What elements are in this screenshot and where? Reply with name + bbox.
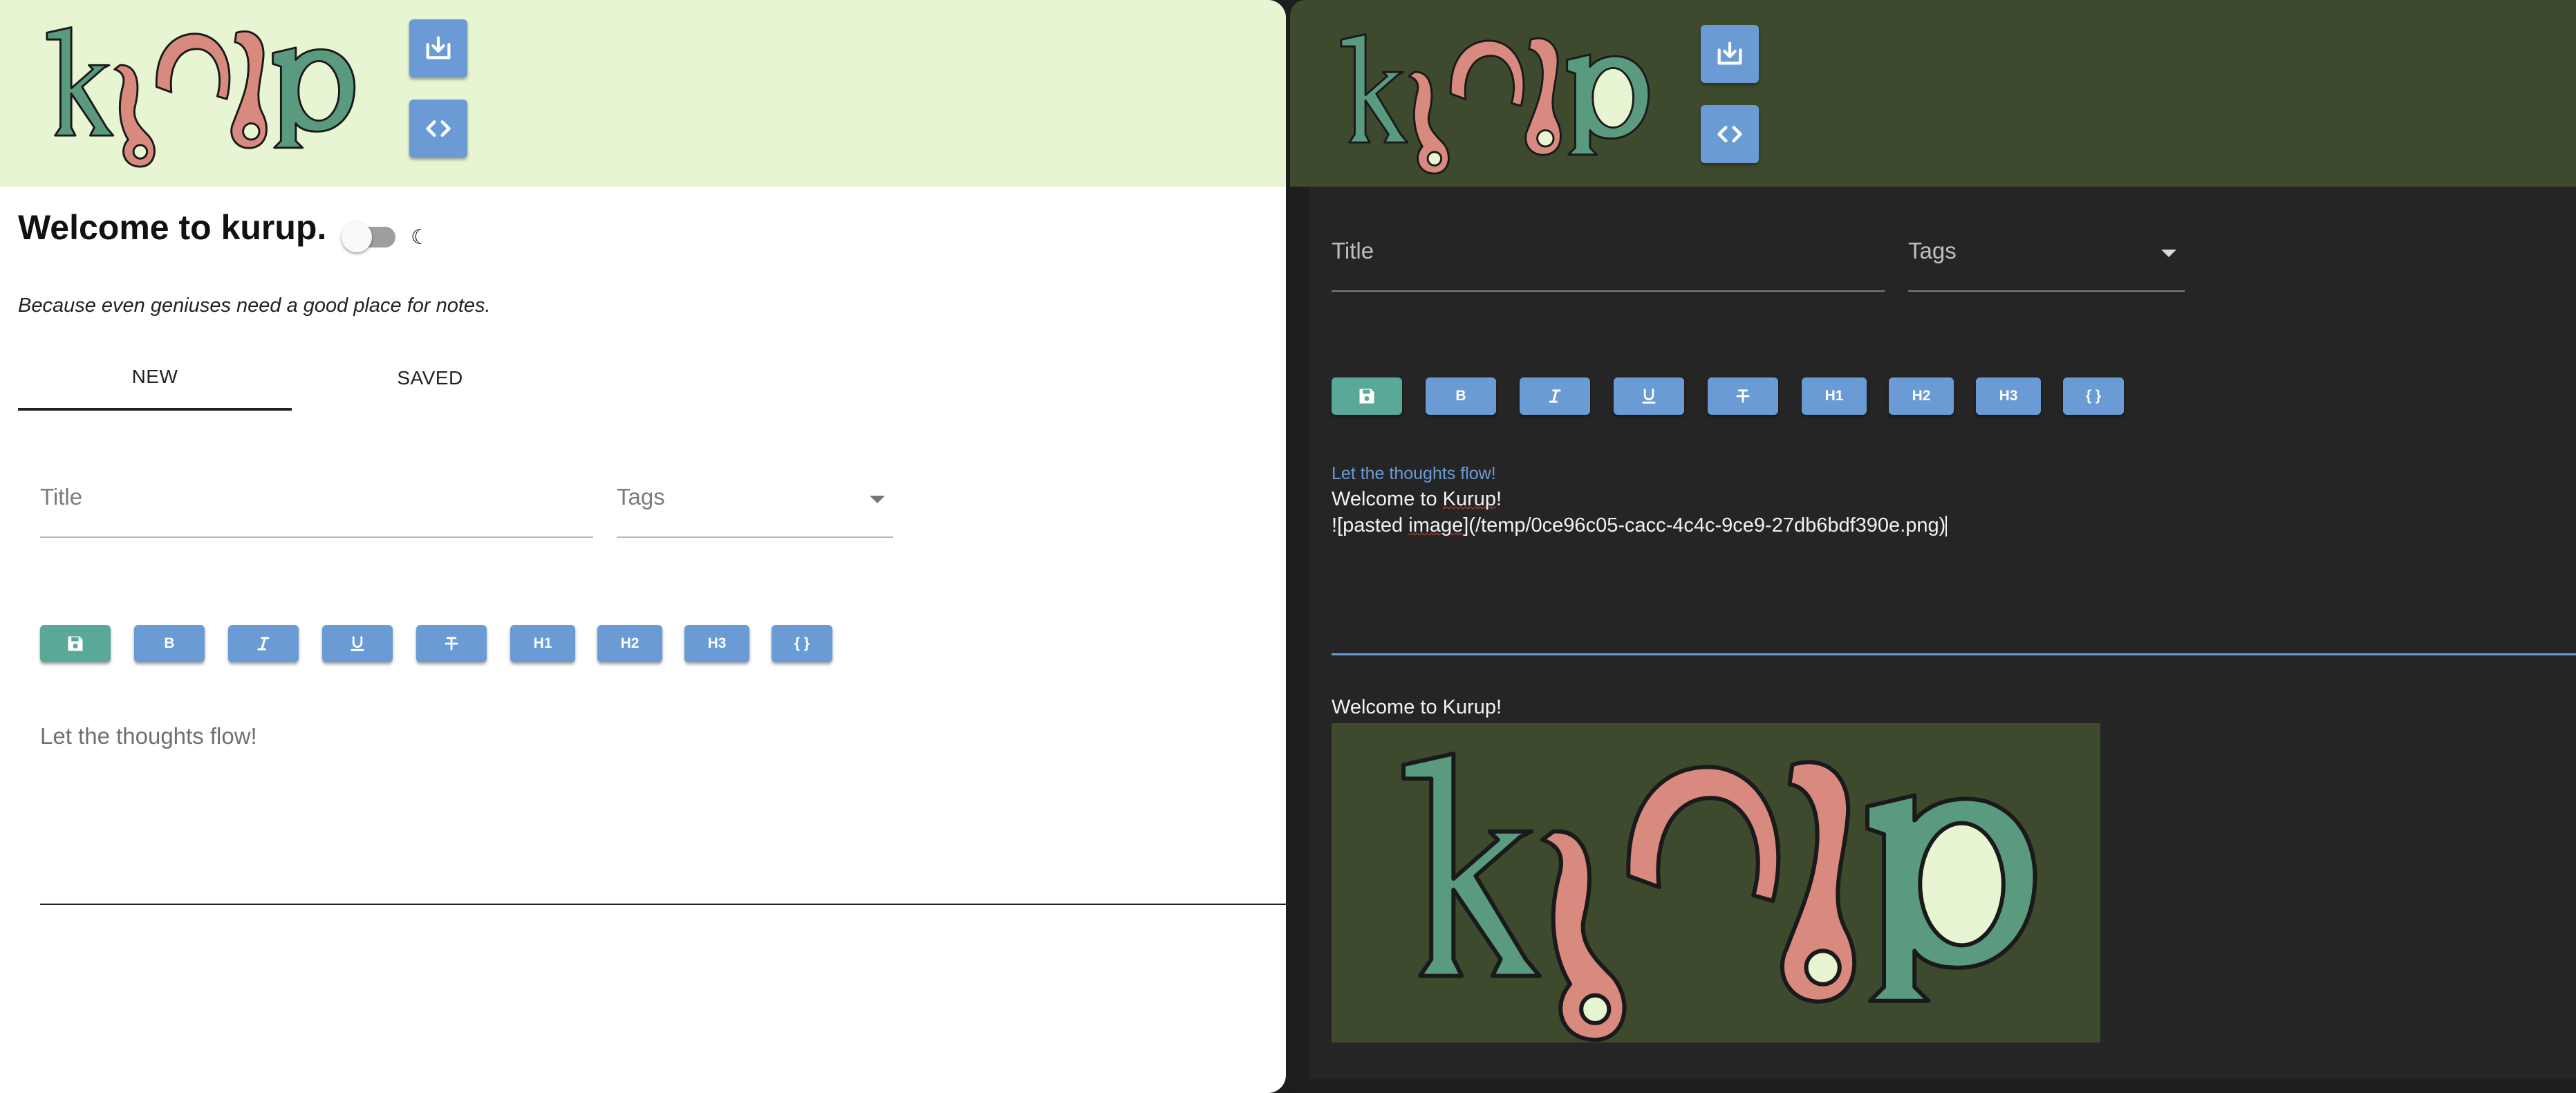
code-block-button-dark[interactable]: { } (2063, 377, 2124, 415)
moon-icon: ☾ (411, 226, 429, 249)
italic-button[interactable] (228, 625, 299, 662)
editor-underline (40, 904, 1286, 905)
app-header-dark (1290, 0, 2576, 187)
download-button[interactable] (409, 19, 467, 77)
kurup-logo (1340, 33, 1650, 175)
h2-button-dark[interactable]: H2 (1889, 377, 1954, 415)
preview-title: Welcome to Kurup! (1332, 696, 1502, 718)
h2-button[interactable]: H2 (597, 625, 662, 662)
title-placeholder-dark: Title (1332, 238, 1374, 263)
strikethrough-button-dark[interactable] (1708, 377, 1778, 415)
tags-select[interactable]: Tags (617, 470, 893, 538)
app-header (0, 0, 1286, 187)
tags-placeholder: Tags (617, 484, 665, 510)
chevron-down-icon (870, 496, 885, 503)
editor-line2-suffix: ](/temp/0ce96c05-cacc-4c4c-9ce9-27db6bdf… (1463, 514, 1946, 536)
strikethrough-icon (445, 637, 458, 651)
tab-saved[interactable]: SAVED (293, 346, 567, 411)
bold-button-dark[interactable]: B (1426, 377, 1496, 415)
toggle-knob[interactable] (342, 222, 372, 252)
preview-image (1332, 723, 2100, 1043)
editor-line1-suffix: ! (1496, 488, 1502, 510)
text-cursor (1945, 516, 1948, 537)
title-placeholder: Title (40, 484, 83, 510)
save-icon (1359, 389, 1374, 404)
underline-icon (1642, 389, 1656, 404)
underline-button-dark[interactable] (1614, 377, 1684, 415)
editor-line1-prefix: Welcome to (1332, 488, 1443, 510)
page-title: Welcome to kurup. (18, 208, 327, 247)
editor-text-line-2[interactable]: ![pasted image](/temp/0ce96c05-cacc-4c4c… (1332, 514, 1948, 537)
download-button-dark[interactable] (1701, 25, 1759, 83)
save-button[interactable] (40, 625, 111, 662)
light-panel: Welcome to kurup. ☾ Because even geniuse… (0, 0, 1286, 1093)
code-brackets-icon (426, 120, 451, 137)
code-block-button[interactable]: { } (772, 625, 832, 662)
tags-placeholder-dark: Tags (1908, 238, 1957, 263)
editor-line1-word: Kurup (1442, 488, 1497, 510)
theme-toggle[interactable] (342, 222, 395, 252)
download-icon (1717, 41, 1742, 65)
italic-icon (1549, 389, 1561, 403)
h3-button[interactable]: H3 (684, 625, 749, 662)
bold-button[interactable]: B (134, 625, 205, 662)
italic-icon (257, 637, 270, 651)
h1-button-dark[interactable]: H1 (1802, 377, 1867, 415)
tab-new[interactable]: NEW (18, 346, 292, 411)
chevron-down-icon (2161, 250, 2176, 257)
underline-icon (351, 636, 364, 651)
strikethrough-button[interactable] (416, 625, 487, 662)
h1-button[interactable]: H1 (510, 625, 575, 662)
editor-line2-word: image (1408, 514, 1464, 536)
code-brackets-icon (1717, 126, 1742, 142)
h3-button-dark[interactable]: H3 (1976, 377, 2041, 415)
italic-button-dark[interactable] (1520, 377, 1590, 415)
save-button-dark[interactable] (1332, 377, 1402, 415)
code-view-button-dark[interactable] (1701, 105, 1759, 163)
code-view-button[interactable] (409, 100, 467, 158)
download-icon (426, 36, 451, 59)
title-field[interactable]: Title (40, 470, 593, 538)
kurup-logo (46, 26, 356, 168)
underline-button[interactable] (322, 625, 393, 662)
editor-label: Let the thoughts flow! (1332, 464, 1496, 483)
tags-select-dark[interactable]: Tags (1908, 223, 2185, 292)
editor-text-line-1[interactable]: Welcome to Kurup! (1332, 488, 1502, 511)
editor-underline-active (1332, 653, 2576, 655)
editor-placeholder[interactable]: Let the thoughts flow! (40, 723, 257, 749)
editor-line2-prefix: ![pasted (1332, 514, 1409, 536)
kurup-logo (1332, 723, 2100, 1043)
strikethrough-icon (1736, 389, 1750, 403)
title-field-dark[interactable]: Title (1332, 223, 1885, 292)
dark-panel: Title Tags B H1 H2 H3 { } Let the though… (1290, 0, 2576, 1093)
save-icon (68, 636, 83, 651)
tagline: Because even geniuses need a good place … (18, 295, 491, 317)
